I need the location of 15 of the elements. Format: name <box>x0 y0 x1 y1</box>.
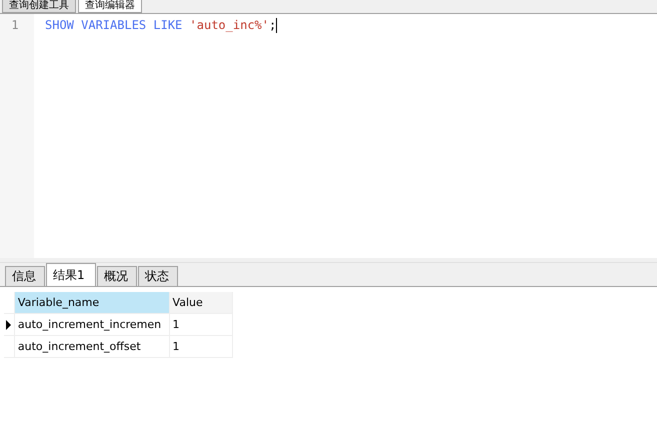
editor-tab[interactable]: 查询创建工具 <box>2 0 76 13</box>
table-cell: auto_increment_incremen <box>14 314 170 335</box>
result-tab[interactable]: 概况 <box>97 266 137 286</box>
result-tab[interactable]: 信息 <box>5 266 45 286</box>
table-cell: 1 <box>170 336 233 357</box>
table-cell: 1 <box>170 314 233 335</box>
code-line: SHOW VARIABLES LIKE 'auto_inc%'; <box>45 18 276 32</box>
table-cell: auto_increment_offset <box>14 336 170 357</box>
result-tab[interactable]: 结果1 <box>46 263 96 286</box>
result-tab[interactable]: 状态 <box>138 266 178 286</box>
column-header[interactable]: Variable_name <box>14 292 170 313</box>
line-number: 1 <box>10 18 20 32</box>
editor-tab[interactable]: 查询编辑器 <box>78 0 142 13</box>
column-header[interactable]: Value <box>170 292 233 313</box>
text-cursor <box>276 18 278 32</box>
